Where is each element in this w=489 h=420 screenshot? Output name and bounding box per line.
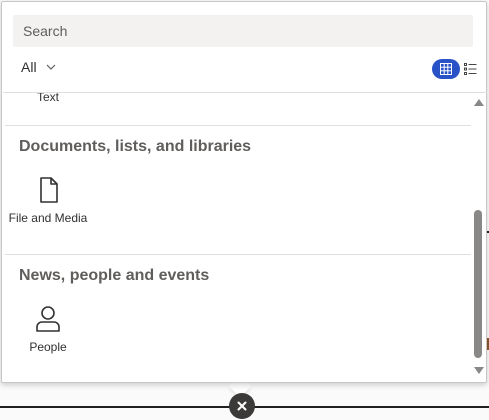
chevron-down-icon [46, 64, 55, 70]
section-title-news-people-events: News, people and events [19, 267, 210, 284]
scroll-down-arrow-icon[interactable] [474, 367, 484, 374]
tile-file-and-media[interactable]: File and Media [7, 175, 89, 225]
webpart-picker-panel: All Text Documents, lists, and libraries [1, 1, 487, 383]
section-title-documents: Documents, lists, and libraries [19, 138, 252, 155]
person-icon [36, 306, 60, 332]
tile-label-text[interactable]: Text [37, 93, 59, 104]
tile-label-people: People [29, 340, 67, 354]
search-box[interactable] [13, 15, 473, 47]
grid-icon [440, 63, 452, 75]
grid-view-toggle[interactable] [432, 59, 460, 79]
filter-label: All [21, 59, 37, 75]
document-icon [40, 177, 58, 203]
scroll-thumb[interactable] [474, 210, 482, 358]
scroll-up-arrow-icon[interactable] [474, 99, 484, 106]
list-view-toggle[interactable] [463, 61, 477, 77]
tile-people[interactable]: People [7, 304, 89, 354]
search-input[interactable] [21, 22, 473, 40]
close-icon [237, 401, 247, 411]
webpart-list: Text Documents, lists, and libraries Fil… [4, 93, 471, 382]
section-divider [5, 125, 471, 126]
list-icon [463, 63, 476, 75]
tile-label-file-and-media: File and Media [8, 211, 88, 225]
section-divider [5, 254, 471, 255]
vertical-scrollbar[interactable] [472, 95, 484, 381]
close-button[interactable] [229, 393, 255, 419]
filter-dropdown[interactable]: All [21, 59, 56, 75]
